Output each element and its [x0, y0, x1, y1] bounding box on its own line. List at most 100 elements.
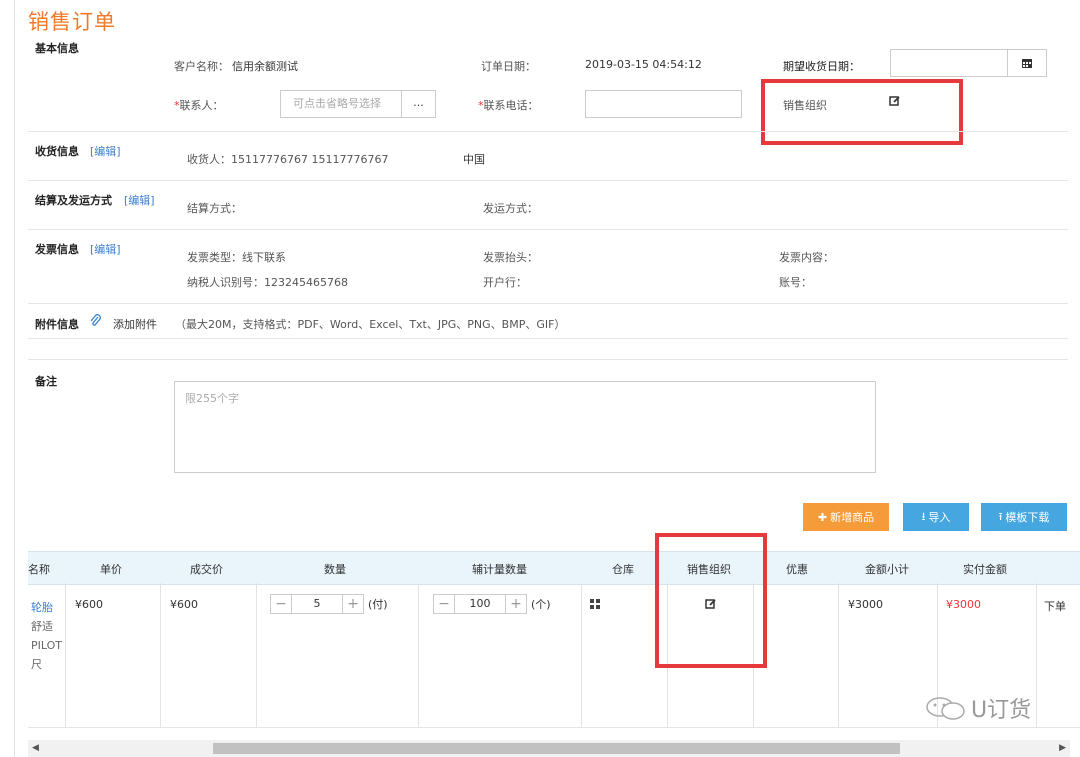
divider: [28, 359, 1068, 360]
expected-date-input[interactable]: [890, 49, 1008, 77]
contact-label: 联系人：: [179, 99, 224, 112]
col-divider: [418, 583, 419, 727]
divider: [28, 180, 1068, 181]
col-divider: [1036, 583, 1037, 727]
product-name-link[interactable]: 轮胎 舒适 PILOT 尺: [31, 598, 62, 674]
col-divider: [65, 583, 66, 727]
settle-method-label: 结算方式：: [187, 202, 242, 215]
divider: [28, 131, 1068, 132]
invoice-header: 发票抬头：: [483, 251, 538, 264]
plus-button[interactable]: +: [343, 595, 363, 613]
deal-price: ¥600: [170, 598, 198, 611]
import-icon: ⭳: [921, 509, 926, 523]
horizontal-scrollbar[interactable]: ◀ ▶: [28, 740, 1070, 757]
table-header: 名称 单价 成交价 数量 辅计量数量 仓库 销售组织 优惠 金额小计 实付金额: [28, 551, 1080, 585]
section-shipping: 收货信息: [35, 145, 79, 158]
invoice-content: 发票内容：: [779, 251, 834, 264]
col-divider: [581, 583, 582, 727]
section-remark: 备注: [35, 375, 57, 388]
divider: [28, 303, 1068, 304]
left-border: [14, 0, 15, 757]
invoice-taxid: 纳税人识别号：123245465768: [187, 276, 348, 289]
aux-qty-unit: (个): [531, 598, 551, 611]
calendar-button[interactable]: [1007, 49, 1047, 77]
col-divider: [256, 583, 257, 727]
template-download-label: 模板下载: [1005, 511, 1050, 524]
add-product-button[interactable]: ✚ 新增商品: [803, 503, 889, 531]
plus-icon: ✚: [817, 510, 828, 524]
scrollbar-thumb[interactable]: [213, 743, 900, 754]
product-name-line: PILOT: [31, 639, 62, 652]
warehouse-grid-icon[interactable]: [590, 599, 600, 612]
calendar-icon: [1022, 59, 1032, 68]
download-icon: ⭱: [998, 509, 1003, 523]
wechat-icon: [926, 697, 965, 720]
remark-textarea[interactable]: 限255个字: [174, 381, 876, 473]
plus-button[interactable]: +: [506, 595, 526, 613]
divider: [28, 229, 1068, 230]
qty-value[interactable]: 5: [291, 595, 343, 613]
qty-stepper[interactable]: − 5 + (付): [270, 594, 388, 614]
settlement-edit-link[interactable]: [编辑]: [124, 192, 155, 208]
phone-label: 联系电话：: [483, 99, 539, 112]
import-button[interactable]: ⭳ 导入: [903, 503, 969, 531]
customer-label: 客户名称：: [174, 60, 229, 73]
divider: [28, 338, 1068, 339]
customer-value: 信用余额测试: [232, 60, 298, 73]
qty-unit: (付): [368, 598, 388, 611]
th-warehouse: 仓库: [612, 563, 634, 576]
scroll-left-arrow[interactable]: ◀: [32, 743, 39, 753]
product-name-line: 舒适: [31, 620, 53, 633]
paid-amount: ¥3000: [946, 598, 981, 611]
product-name-line: 轮胎: [31, 601, 53, 614]
ship-method-label: 发运方式：: [483, 202, 538, 215]
invoice-edit-link[interactable]: [编辑]: [90, 241, 121, 257]
section-attachment: 附件信息: [35, 318, 79, 331]
receiver-text: 收货人：15117776767 15117776767: [187, 153, 389, 166]
minus-button[interactable]: −: [271, 595, 291, 613]
contact-input[interactable]: 可点击省略号选择: [280, 90, 402, 118]
section-settlement: 结算及发运方式: [35, 194, 112, 207]
phone-input[interactable]: [585, 90, 742, 118]
section-basic-info: 基本信息: [35, 42, 79, 55]
order-date-value: 2019-03-15 04:54:12: [585, 58, 702, 71]
th-name: 名称: [28, 563, 50, 576]
col-divider: [160, 583, 161, 727]
watermark: U订货: [925, 692, 1031, 724]
minus-button[interactable]: −: [434, 595, 454, 613]
add-attachment-link[interactable]: 添加附件: [113, 316, 157, 332]
invoice-account: 账号：: [779, 276, 812, 289]
col-divider: [838, 583, 839, 727]
th-aux-qty: 辅计量数量: [472, 563, 527, 576]
product-name-line: 尺: [31, 658, 42, 671]
import-label: 导入: [928, 511, 951, 524]
phone-label-wrap: *联系电话：: [478, 97, 539, 113]
section-invoice: 发票信息: [35, 243, 79, 256]
shipping-edit-link[interactable]: [编辑]: [90, 143, 121, 159]
watermark-text: U订货: [971, 698, 1032, 723]
th-subtotal: 金额小计: [865, 563, 909, 576]
invoice-bank: 开户行：: [483, 276, 527, 289]
aux-qty-stepper[interactable]: − 100 + (个): [433, 594, 551, 614]
contact-label-wrap: *联系人：: [174, 97, 224, 113]
attachment-hint: （最大20M，支持格式：PDF、Word、Excel、Txt、JPG、PNG、B…: [175, 318, 566, 331]
country-text: 中国: [463, 153, 485, 166]
contact-picker-button[interactable]: ...: [401, 90, 436, 118]
th-deal-price: 成交价: [190, 563, 223, 576]
invoice-type: 发票类型：线下联系: [187, 251, 286, 264]
th-discount: 优惠: [786, 563, 808, 576]
add-product-label: 新增商品: [830, 511, 875, 524]
paperclip-icon: [89, 314, 101, 330]
table-bottom-border: [28, 727, 1080, 728]
unit-price: ¥600: [75, 598, 103, 611]
highlight-box-row-sales-org: [655, 533, 767, 668]
order-date-label: 订单日期：: [481, 60, 536, 73]
highlight-box-sales-org: [761, 79, 963, 145]
expected-date-label: 期望收货日期：: [783, 60, 860, 73]
subtotal: ¥3000: [848, 598, 883, 611]
scroll-right-arrow[interactable]: ▶: [1059, 743, 1066, 753]
th-unit-price: 单价: [100, 563, 122, 576]
aux-qty-value[interactable]: 100: [454, 595, 506, 613]
page-title: 销售订单: [28, 10, 116, 34]
template-download-button[interactable]: ⭱ 模板下载: [981, 503, 1067, 531]
